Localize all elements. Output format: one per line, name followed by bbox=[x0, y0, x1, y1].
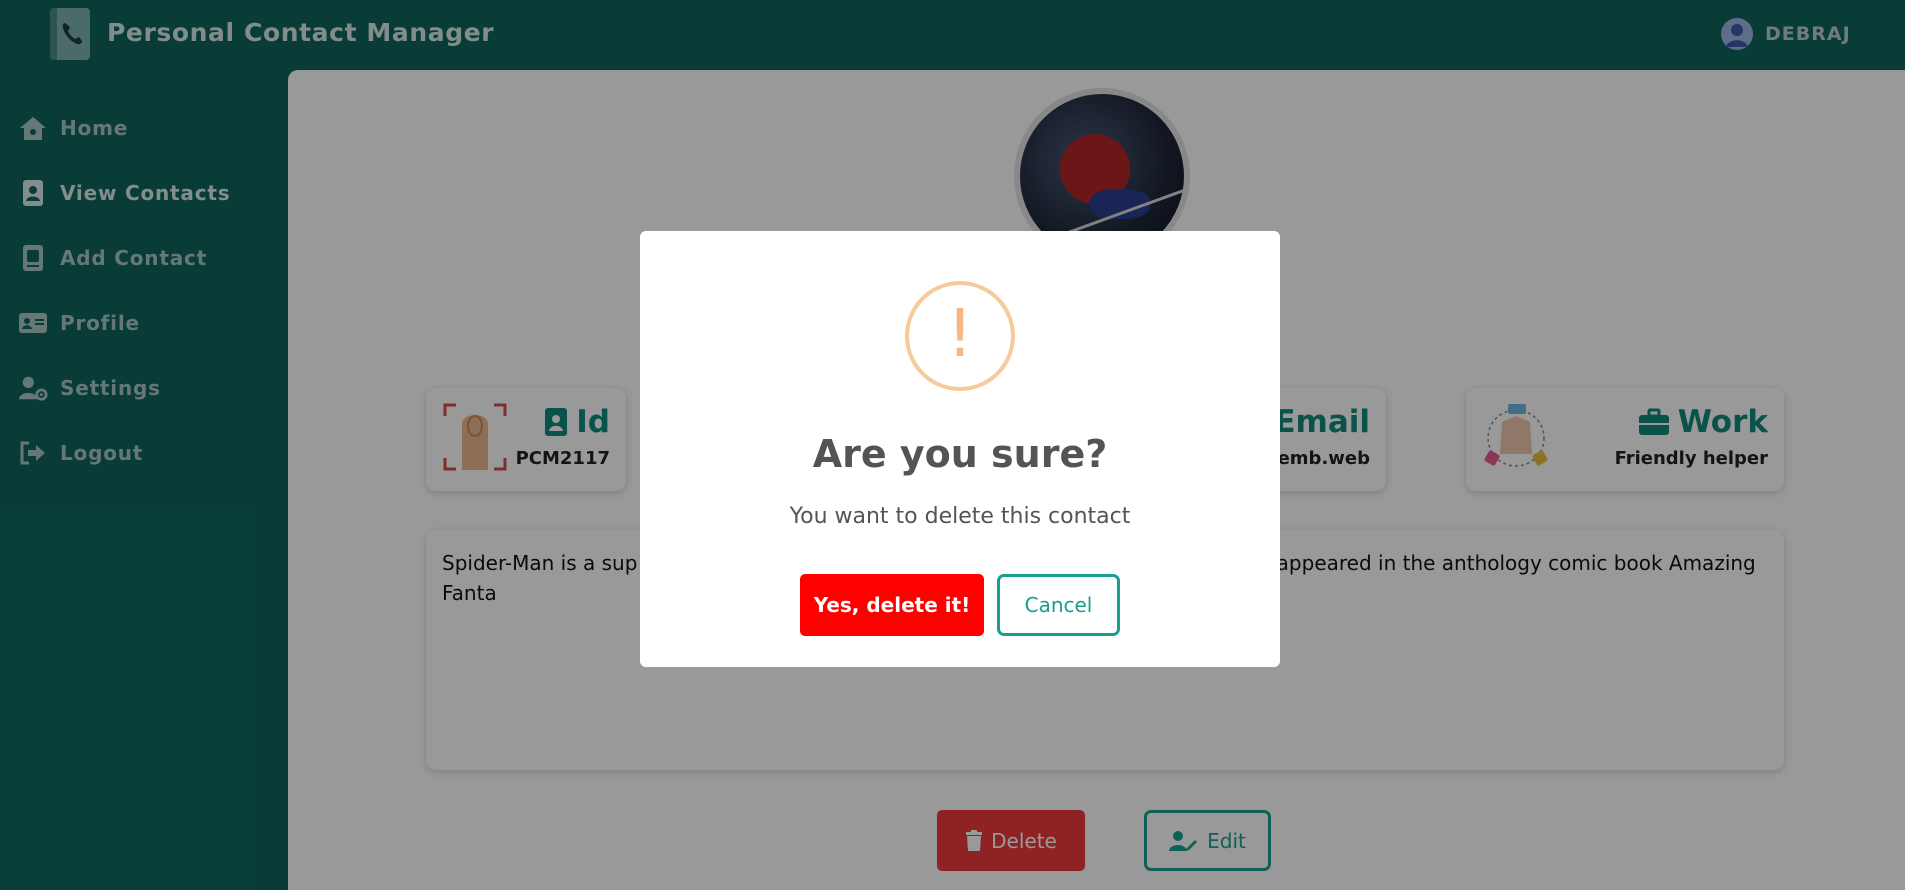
confirm-delete-button[interactable]: Yes, delete it! bbox=[800, 574, 984, 636]
cancel-button[interactable]: Cancel bbox=[997, 574, 1120, 636]
confirm-delete-dialog: ! Are you sure? You want to delete this … bbox=[640, 231, 1280, 667]
warning-icon: ! bbox=[905, 281, 1015, 391]
dialog-message: You want to delete this contact bbox=[789, 504, 1131, 529]
dialog-title: Are you sure? bbox=[812, 432, 1108, 476]
